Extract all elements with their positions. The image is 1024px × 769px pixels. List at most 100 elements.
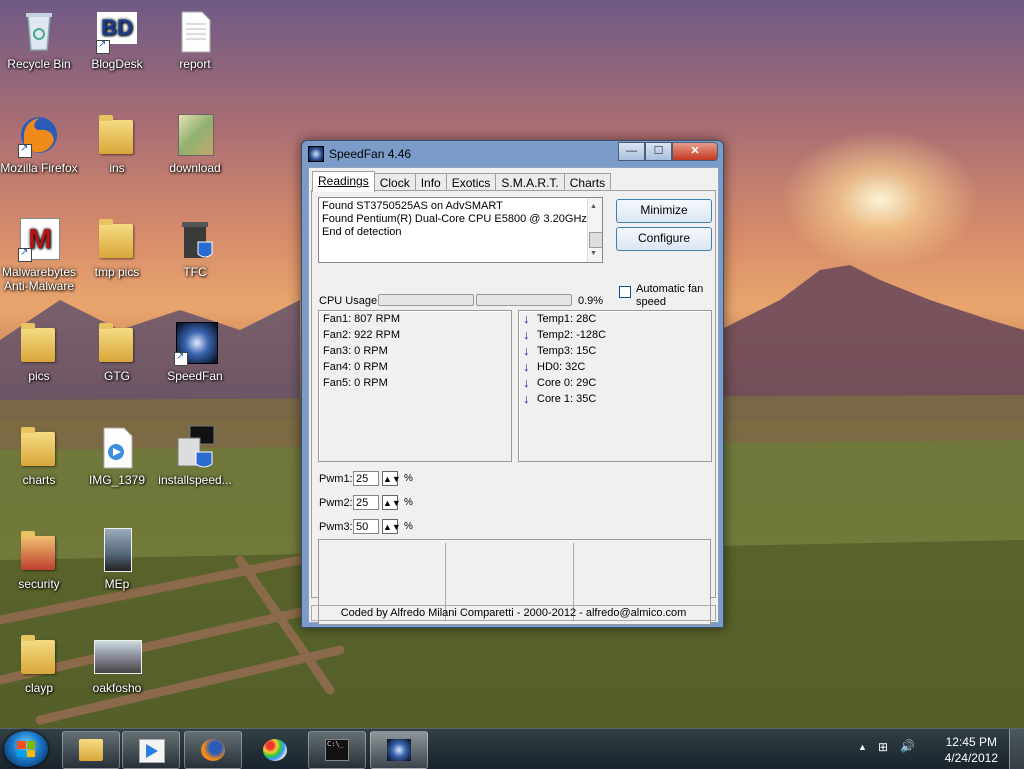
pwm2-label: Pwm2: xyxy=(319,497,353,509)
desktop-icon-oakfosho[interactable]: oakfosho xyxy=(78,632,156,695)
desktop-icon-label: Malwarebytes Anti-Malware xyxy=(1,265,77,293)
desktop-icon-tfc[interactable]: TFC xyxy=(156,216,234,279)
trash-can-icon xyxy=(172,216,218,262)
temperature-label: Temp2: -128C xyxy=(537,329,607,341)
firefox-icon xyxy=(201,739,225,761)
folder-icon xyxy=(16,320,62,366)
desktop-icon-download[interactable]: download xyxy=(156,112,234,175)
taskbar-cmd-button[interactable]: C:\_ xyxy=(308,731,366,769)
pwm1-spinner-icon[interactable]: ▲▼ xyxy=(382,471,401,486)
document-icon xyxy=(172,8,218,54)
taskbar-speedfan-button[interactable] xyxy=(370,731,428,769)
desktop-icon-clayp[interactable]: clayp xyxy=(0,632,78,695)
detection-log[interactable]: Found ST3750525AS on AdvSMART Found Pent… xyxy=(318,197,603,263)
scrollbar-thumb[interactable] xyxy=(589,232,602,248)
scroll-up-icon[interactable]: ▲ xyxy=(590,200,597,213)
photo-thumbnail-icon xyxy=(94,528,140,574)
configure-button[interactable]: Configure xyxy=(616,227,712,251)
scroll-down-icon[interactable]: ▼ xyxy=(590,247,597,260)
pwm2-input[interactable]: 25 xyxy=(353,495,379,510)
arrow-down-icon: ↓ xyxy=(523,343,530,358)
windows-logo-icon xyxy=(17,741,35,757)
desktop-icon-gtg[interactable]: GTG xyxy=(78,320,156,383)
automatic-fan-speed-label: Automatic fan speed xyxy=(636,283,704,308)
desktop-icon-malwarebytes[interactable]: M Malwarebytes Anti-Malware xyxy=(0,216,78,293)
title-bar[interactable]: SpeedFan 4.46 xyxy=(308,144,411,164)
temperature-label: HD0: 32C xyxy=(537,361,586,373)
desktop-icon-label: GTG xyxy=(104,369,130,383)
desktop-icon-label: TFC xyxy=(183,265,207,279)
fan-reading: Fan5: 0 RPM xyxy=(323,377,388,389)
clock-date: 4/24/2012 xyxy=(944,751,998,765)
desktop-icon-blogdesk[interactable]: BD BlogDesk xyxy=(78,8,156,71)
close-window-button[interactable]: ✕ xyxy=(672,142,718,161)
clock[interactable]: 12:45 PM 4/24/2012 xyxy=(945,734,998,766)
desktop-icon-installspeedfan[interactable]: installspeed... xyxy=(156,424,234,487)
desktop-icon-firefox[interactable]: Mozilla Firefox xyxy=(0,112,78,175)
pwm3-unit: % xyxy=(404,521,413,532)
minimize-window-button[interactable]: — xyxy=(618,142,645,161)
pwm3-input[interactable]: 50 xyxy=(353,519,379,534)
folder-icon xyxy=(79,739,103,761)
media-player-icon xyxy=(139,739,165,763)
desktop-icon-report[interactable]: report xyxy=(156,8,234,71)
cpu-usage-value: 0.9% xyxy=(578,295,604,307)
taskbar-firefox-button[interactable] xyxy=(184,731,242,769)
desktop-icon-charts[interactable]: charts xyxy=(0,424,78,487)
taskbar-media-player-button[interactable] xyxy=(122,731,180,769)
folder-icon xyxy=(94,216,140,262)
speedfan-icon xyxy=(387,739,411,761)
minimize-button[interactable]: Minimize xyxy=(616,199,712,223)
speedfan-app-icon xyxy=(308,146,324,162)
desktop-icon-tmp-pics[interactable]: tmp pics xyxy=(78,216,156,279)
temperature-reading: ↓ Temp2: -128C xyxy=(519,327,711,343)
desktop-icon-img-1379[interactable]: IMG_1379 xyxy=(78,424,156,487)
desktop-icon-label: ins xyxy=(109,161,125,175)
show-hidden-icons-icon[interactable]: ▲ xyxy=(858,742,867,752)
desktop-icon-pics[interactable]: pics xyxy=(0,320,78,383)
pwm1-unit: % xyxy=(404,473,413,484)
log-scrollbar[interactable]: ▲ ▼ xyxy=(587,198,602,262)
window-title: SpeedFan 4.46 xyxy=(329,147,412,161)
volume-icon[interactable]: 🔊 xyxy=(900,739,915,753)
log-line: Found ST3750525AS on AdvSMART xyxy=(322,200,503,212)
taskbar-explorer-button[interactable] xyxy=(62,731,120,769)
start-button[interactable] xyxy=(4,731,48,767)
shortcut-arrow-icon xyxy=(174,350,188,366)
arrow-down-icon: ↓ xyxy=(523,391,530,406)
pwm1-input[interactable]: 25 xyxy=(353,471,379,486)
photo-thumbnail-icon xyxy=(94,632,142,678)
maximize-window-button[interactable]: ☐ xyxy=(645,142,672,161)
temperature-reading: ↓ Temp3: 15C xyxy=(519,343,711,359)
speedfan-window[interactable]: SpeedFan 4.46 — ☐ ✕ Readings Clock Info … xyxy=(301,140,724,628)
window-controls: — ☐ ✕ xyxy=(618,142,718,161)
pwm2-spinner-icon[interactable]: ▲▼ xyxy=(382,495,401,510)
automatic-fan-speed-checkbox[interactable] xyxy=(619,286,631,298)
temperature-reading: ↓ Temp1: 28C xyxy=(519,311,711,327)
desktop-icon-mep[interactable]: MEp xyxy=(78,528,156,591)
fan-readings-panel: Fan1: 807 RPM Fan2: 922 RPM Fan3: 0 RPM … xyxy=(318,310,512,462)
firefox-icon xyxy=(16,112,62,158)
tab-readings[interactable]: Readings xyxy=(312,171,375,192)
arrow-down-icon: ↓ xyxy=(523,311,530,326)
cpu-usage-label: CPU Usage xyxy=(319,295,378,307)
pwm3-spinner-icon[interactable]: ▲▼ xyxy=(382,519,401,534)
taskbar-paint-button[interactable] xyxy=(246,731,304,769)
desktop-icon-security[interactable]: security xyxy=(0,528,78,591)
blogdesk-icon: BD xyxy=(94,8,140,54)
desktop-icon-speedfan[interactable]: SpeedFan xyxy=(156,320,234,383)
desktop-icon-ins[interactable]: ins xyxy=(78,112,156,175)
desktop-icon-recycle-bin[interactable]: Recycle Bin xyxy=(0,8,78,71)
desktop-icon-label: MEp xyxy=(104,577,130,591)
recycle-bin-icon xyxy=(16,8,62,54)
desktop-icon-label: Mozilla Firefox xyxy=(0,161,78,175)
folder-icon xyxy=(16,632,62,678)
malwarebytes-icon: M xyxy=(16,216,62,262)
network-icon[interactable]: ⊞ xyxy=(878,740,888,754)
speedfan-icon xyxy=(172,320,218,366)
desktop-icon-label: download xyxy=(169,161,221,175)
temperature-label: Temp1: 28C xyxy=(537,313,597,325)
show-desktop-button[interactable] xyxy=(1009,729,1024,769)
desktop-icon-label: Recycle Bin xyxy=(7,57,71,71)
command-prompt-icon: C:\_ xyxy=(325,739,349,761)
